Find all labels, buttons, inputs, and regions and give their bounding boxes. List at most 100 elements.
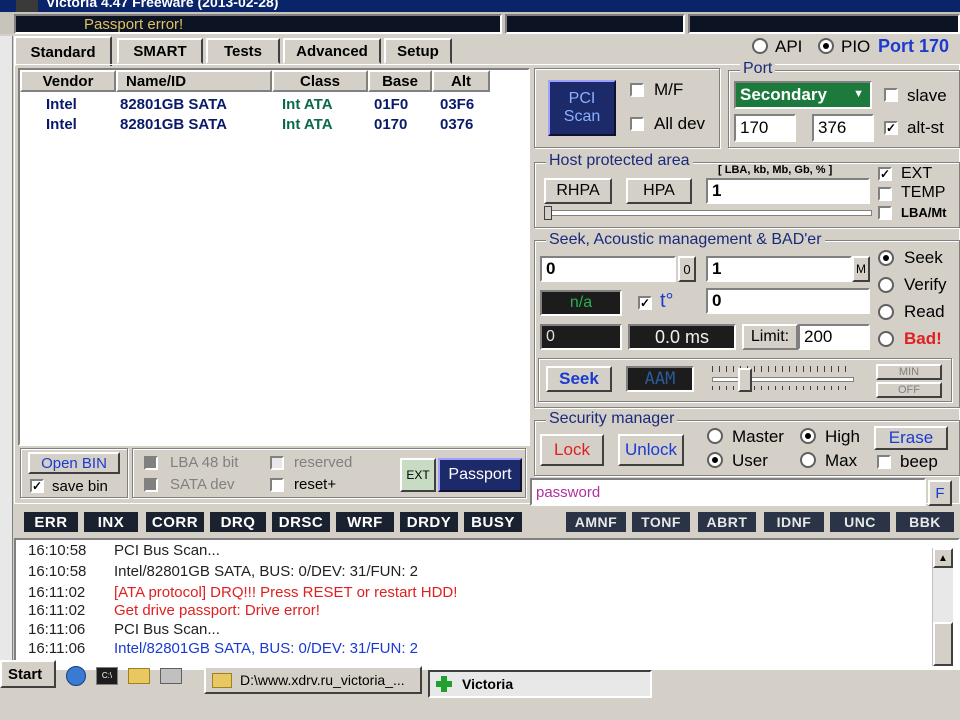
password-f-button[interactable]: F (928, 480, 952, 506)
security-group-title: Security manager (546, 410, 678, 428)
cell-class: Int ATA (282, 96, 333, 113)
quicklaunch-ie-icon[interactable] (66, 666, 86, 686)
open-bin-button[interactable]: Open BIN (28, 452, 120, 474)
na-text: n/a (569, 294, 593, 311)
log-scrollbar[interactable]: ▲ (932, 548, 953, 666)
beep-label: beep (900, 452, 938, 471)
pio-radio[interactable] (818, 38, 834, 54)
log-time: 16:10:58 (28, 542, 87, 559)
table-row[interactable]: Intel 82801GB SATA Int ATA 0170 0376 (20, 116, 528, 136)
aam-off-button[interactable]: OFF (876, 382, 942, 398)
hpa-button[interactable]: HPA (626, 178, 692, 204)
api-label: API (775, 37, 803, 56)
all-dev-checkbox[interactable] (630, 117, 644, 131)
column-header-class[interactable]: Class (272, 70, 368, 92)
aam-min-button[interactable]: MIN (876, 364, 942, 380)
seek-to-field[interactable]: 1 (706, 256, 852, 282)
port-indicator: Port 170 (878, 36, 950, 56)
scroll-up-button[interactable]: ▲ (933, 548, 953, 568)
hpa-value-field[interactable]: 1 (706, 178, 870, 204)
beep-checkbox[interactable] (877, 455, 891, 469)
aam-slider-handle[interactable] (738, 368, 752, 392)
flag-text: UNC (844, 514, 876, 530)
quicklaunch-cmd-icon[interactable]: C:\ (96, 667, 118, 685)
rhpa-label: RHPA (556, 182, 600, 199)
temp-checkbox[interactable] (878, 187, 892, 201)
flag-text: DRSC (278, 513, 324, 531)
port-select[interactable]: Secondary ▼ (734, 81, 872, 109)
taskbar-explorer-item[interactable]: D:\www.xdrv.ru_victoria_... (204, 666, 422, 694)
mf-checkbox[interactable] (630, 83, 644, 97)
column-header-vendor[interactable]: Vendor (20, 70, 116, 92)
port-base-field[interactable]: 170 (734, 114, 796, 142)
flag-text: BUSY (471, 513, 515, 531)
aam-slider-track[interactable] (712, 377, 854, 382)
log-row: 16:10:58 PCI Bus Scan... (28, 542, 220, 559)
high-radio[interactable] (800, 428, 816, 444)
unlock-button[interactable]: Unlock (618, 434, 684, 466)
ext-checkbox[interactable]: ✓ (878, 167, 892, 181)
erase-label: Erase (888, 428, 934, 447)
log-text: PCI Bus Scan... (114, 542, 220, 559)
hpa-slider-handle[interactable] (544, 206, 552, 220)
log-text: Intel/82801GB SATA, BUS: 0/DEV: 31/FUN: … (114, 640, 419, 657)
user-radio[interactable] (707, 452, 723, 468)
seek-to-value: 1 (712, 259, 722, 278)
scroll-thumb[interactable] (933, 622, 953, 666)
passport-button[interactable]: Passport (438, 458, 522, 492)
tab-setup[interactable]: Setup (384, 38, 452, 64)
seek-mode-radio[interactable] (878, 250, 894, 266)
aam-slider-ticks (712, 366, 852, 372)
column-header-name[interactable]: Name/ID (116, 70, 272, 92)
slave-checkbox[interactable] (884, 88, 898, 102)
rhpa-button[interactable]: RHPA (544, 178, 612, 204)
quicklaunch-drive-icon[interactable] (160, 668, 182, 684)
taskbar-victoria-item[interactable]: Victoria (428, 670, 652, 698)
port-select-value: Secondary (740, 85, 827, 104)
table-row[interactable]: Intel 82801GB SATA Int ATA 01F0 03F6 (20, 96, 528, 116)
hpa-slider-track[interactable] (544, 210, 872, 216)
log-time: 16:10:58 (28, 563, 87, 580)
ext-label: EXT (901, 165, 933, 182)
password-field[interactable]: password (530, 478, 926, 506)
limit-field[interactable]: 200 (798, 324, 870, 350)
column-header-base[interactable]: Base (368, 70, 432, 92)
port-alt-field[interactable]: 376 (812, 114, 874, 142)
header-text: Base (382, 72, 418, 90)
quicklaunch-folder-icon[interactable] (128, 668, 150, 684)
alt-st-checkbox[interactable]: ✓ (884, 121, 898, 135)
lock-button[interactable]: Lock (540, 434, 604, 466)
pci-scan-button[interactable]: PCI Scan (548, 80, 616, 136)
seek-to-unit-button[interactable]: M (852, 256, 870, 282)
hpa-group-title: Host protected area (546, 152, 693, 170)
tab-smart[interactable]: SMART (117, 38, 203, 64)
seek-button[interactable]: Seek (546, 366, 612, 392)
max-radio[interactable] (800, 452, 816, 468)
tab-tests[interactable]: Tests (206, 38, 280, 64)
save-bin-checkbox[interactable]: ✓ (30, 479, 44, 493)
column-header-alt[interactable]: Alt (432, 70, 490, 92)
temp-value: 0 (712, 291, 722, 310)
ext-button[interactable]: EXT (400, 458, 436, 492)
start-button[interactable]: Start (0, 660, 56, 688)
sata-dev-checkbox[interactable] (144, 478, 158, 492)
read-mode-radio[interactable] (878, 304, 894, 320)
reset-plus-checkbox[interactable] (270, 478, 284, 492)
master-radio[interactable] (707, 428, 723, 444)
lba48-checkbox[interactable] (144, 456, 158, 470)
temp-monitor-checkbox[interactable]: ✓ (638, 296, 652, 310)
port-base-value: 170 (740, 118, 769, 137)
reserved-checkbox[interactable] (270, 456, 284, 470)
verify-mode-radio[interactable] (878, 277, 894, 293)
tab-advanced[interactable]: Advanced (283, 38, 381, 64)
lba-mt-checkbox[interactable] (878, 206, 892, 220)
log-time: 16:11:02 (28, 602, 86, 619)
erase-button[interactable]: Erase (874, 426, 948, 450)
bad-mode-radio[interactable] (878, 331, 894, 347)
tab-standard[interactable]: Standard (14, 36, 112, 66)
api-radio[interactable] (752, 38, 768, 54)
temp-value-field[interactable]: 0 (706, 288, 870, 314)
seek-from-field[interactable]: 0 (540, 256, 676, 282)
seek-from-unit-button[interactable]: 0 (678, 256, 696, 282)
lba48-label: LBA 48 bit (170, 454, 239, 471)
